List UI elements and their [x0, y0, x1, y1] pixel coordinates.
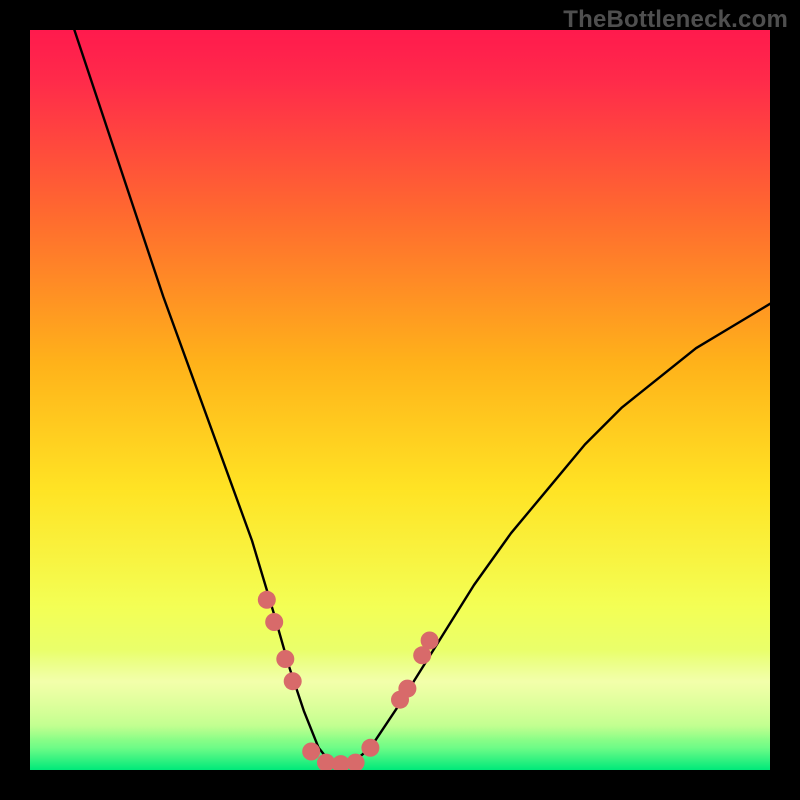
- marker-dot: [265, 613, 283, 631]
- watermark-text: TheBottleneck.com: [563, 6, 788, 34]
- marker-dot: [361, 739, 379, 757]
- marker-dot: [284, 672, 302, 690]
- bottleneck-plot: [30, 30, 770, 770]
- marker-dot: [398, 680, 416, 698]
- marker-dot: [302, 743, 320, 761]
- marker-dot: [276, 650, 294, 668]
- marker-dot: [421, 632, 439, 650]
- chart-area: [30, 30, 770, 770]
- marker-dot: [258, 591, 276, 609]
- marker-group: [258, 591, 439, 770]
